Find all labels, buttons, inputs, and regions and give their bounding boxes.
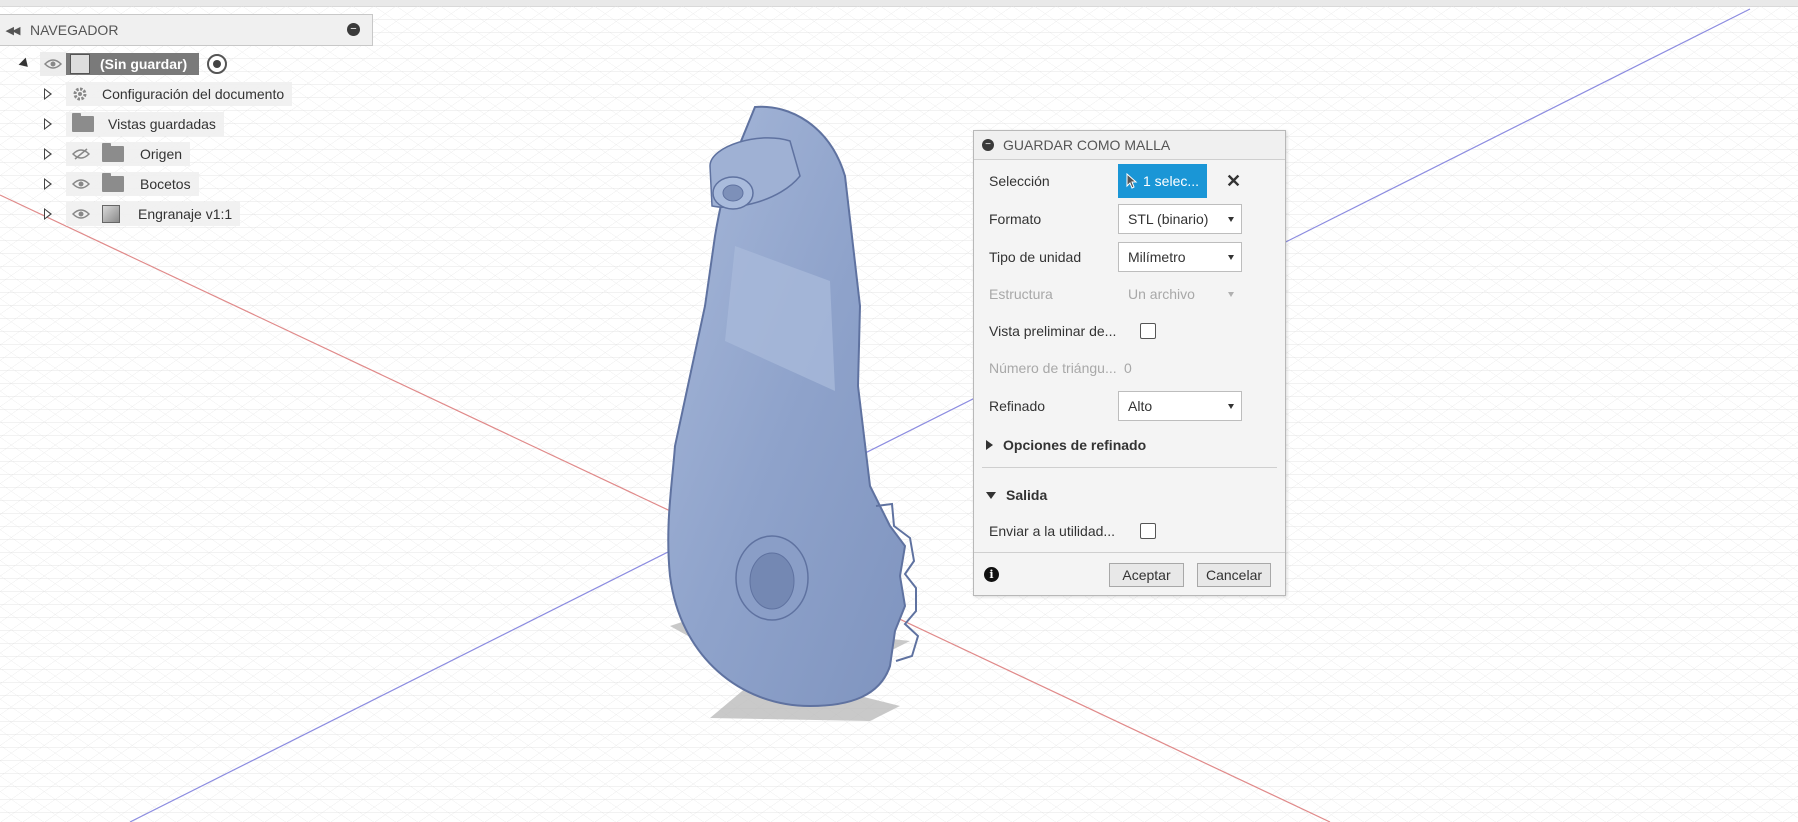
dialog-minimize-icon[interactable]: − bbox=[982, 139, 994, 151]
formato-row: Formato STL (binario) bbox=[989, 204, 1269, 234]
expand-section-icon[interactable] bbox=[986, 440, 993, 450]
salida-section[interactable]: Salida bbox=[986, 487, 1047, 503]
navigator-item-chip[interactable]: Engranaje v1:1 bbox=[66, 202, 241, 226]
model-bottom-hole-inner bbox=[749, 552, 795, 610]
eye-icon[interactable] bbox=[72, 178, 90, 190]
estructura-label: Estructura bbox=[989, 286, 1053, 302]
save-as-mesh-dialog: − GUARDAR COMO MALLA Selección 1 selec..… bbox=[973, 130, 1286, 596]
seleccion-row: Selección 1 selec... ✕ bbox=[989, 164, 1269, 198]
gear-icon bbox=[73, 87, 87, 101]
estructura-select: Un archivo bbox=[1118, 279, 1242, 309]
navigator-item-label: Engranaje v1:1 bbox=[138, 206, 233, 222]
clear-selection-icon[interactable]: ✕ bbox=[1226, 171, 1241, 192]
opciones-refinado-section[interactable]: Opciones de refinado bbox=[986, 437, 1146, 453]
navigator-item-label: Bocetos bbox=[140, 176, 191, 192]
navigator-item-chip[interactable]: Configuración del documento bbox=[66, 82, 293, 106]
tipo-unidad-select[interactable]: Milímetro bbox=[1118, 242, 1242, 272]
collapse-panel-icon[interactable]: ◀◀ bbox=[0, 24, 24, 37]
estructura-row: Estructura Un archivo bbox=[989, 279, 1269, 309]
navigator-panel: ◀◀ NAVEGADOR − bbox=[0, 14, 373, 46]
vista-preliminar-row: Vista preliminar de... bbox=[989, 316, 1269, 346]
navigator-header: ◀◀ NAVEGADOR − bbox=[0, 14, 373, 46]
root-document-label: (Sin guardar) bbox=[100, 56, 188, 72]
dialog-title: GUARDAR COMO MALLA bbox=[1003, 137, 1171, 153]
navigator-item-label: Origen bbox=[140, 146, 183, 162]
body-icon bbox=[102, 205, 120, 223]
navigator-item-engranaje[interactable]: Engranaje v1:1 bbox=[44, 200, 241, 228]
formato-value: STL (binario) bbox=[1128, 211, 1209, 227]
navigator-item-bocetos[interactable]: Bocetos bbox=[44, 170, 199, 198]
selection-button[interactable]: 1 selec... bbox=[1118, 164, 1207, 198]
root-visibility[interactable] bbox=[40, 52, 66, 76]
cursor-icon bbox=[1126, 173, 1138, 189]
section-divider bbox=[982, 467, 1277, 468]
vista-preliminar-checkbox[interactable] bbox=[1140, 323, 1156, 339]
navigator-item-label: Vistas guardadas bbox=[108, 116, 216, 132]
activate-radio-icon[interactable] bbox=[207, 54, 228, 74]
minimize-icon[interactable]: − bbox=[347, 23, 360, 36]
dropdown-arrow-icon bbox=[1228, 255, 1234, 260]
navigator-root-row[interactable]: (Sin guardar) bbox=[18, 50, 228, 78]
refinado-label: Refinado bbox=[989, 398, 1046, 414]
folder-icon bbox=[102, 143, 124, 162]
salida-label: Salida bbox=[1006, 487, 1048, 503]
tipo-unidad-label: Tipo de unidad bbox=[989, 249, 1082, 265]
collapse-section-icon[interactable] bbox=[986, 491, 996, 499]
refinado-select[interactable]: Alto bbox=[1118, 391, 1242, 421]
estructura-value: Un archivo bbox=[1128, 286, 1195, 302]
grid-fine-b bbox=[0, 6, 1798, 822]
eye-icon[interactable] bbox=[44, 58, 62, 70]
navigator-item-chip[interactable]: Vistas guardadas bbox=[66, 112, 224, 136]
vista-preliminar-label: Vista preliminar de... bbox=[989, 323, 1117, 339]
seleccion-label: Selección bbox=[989, 173, 1050, 189]
cancelar-button[interactable]: Cancelar bbox=[1197, 563, 1271, 587]
dialog-header[interactable]: − GUARDAR COMO MALLA bbox=[974, 131, 1285, 160]
expand-caret-icon[interactable] bbox=[44, 178, 52, 190]
root-document-chip[interactable]: (Sin guardar) bbox=[66, 53, 200, 75]
enviar-checkbox[interactable] bbox=[1140, 523, 1156, 539]
model-top-hole-inner bbox=[722, 184, 744, 202]
info-icon[interactable]: i bbox=[984, 567, 999, 582]
expand-root-icon[interactable] bbox=[18, 57, 32, 71]
enviar-row: Enviar a la utilidad... bbox=[989, 516, 1269, 546]
num-triangulos-value: 0 bbox=[1124, 360, 1132, 376]
navigator-title: NAVEGADOR bbox=[30, 22, 119, 38]
document-icon bbox=[70, 54, 90, 74]
navigator-item-chip[interactable]: Origen bbox=[66, 142, 191, 166]
selection-value: 1 selec... bbox=[1143, 173, 1200, 189]
expand-caret-icon[interactable] bbox=[44, 88, 52, 100]
aceptar-button[interactable]: Aceptar bbox=[1109, 563, 1184, 587]
refinado-value: Alto bbox=[1128, 398, 1153, 414]
navigator-item-vistas[interactable]: Vistas guardadas bbox=[44, 110, 224, 138]
navigator-item-label: Configuración del documento bbox=[102, 86, 285, 102]
formato-label: Formato bbox=[989, 211, 1042, 227]
navigator-item-chip[interactable]: Bocetos bbox=[66, 172, 199, 196]
num-triangulos-row: Número de triángu... 0 bbox=[989, 353, 1269, 383]
dialog-footer: i Aceptar Cancelar bbox=[974, 552, 1285, 595]
num-triangulos-label: Número de triángu... bbox=[989, 360, 1117, 376]
dropdown-arrow-icon bbox=[1228, 217, 1234, 222]
3d-viewport[interactable] bbox=[0, 6, 1798, 822]
expand-caret-icon[interactable] bbox=[44, 208, 52, 220]
dropdown-arrow-icon bbox=[1228, 292, 1234, 297]
refinado-row: Refinado Alto bbox=[989, 391, 1269, 421]
tipo-unidad-row: Tipo de unidad Milímetro bbox=[989, 242, 1269, 272]
opciones-refinado-label: Opciones de refinado bbox=[1003, 437, 1147, 453]
enviar-label: Enviar a la utilidad... bbox=[989, 523, 1116, 539]
formato-select[interactable]: STL (binario) bbox=[1118, 204, 1242, 234]
dropdown-arrow-icon bbox=[1228, 404, 1234, 409]
navigator-item-config[interactable]: Configuración del documento bbox=[44, 80, 293, 108]
navigator-item-origen[interactable]: Origen bbox=[44, 140, 191, 168]
expand-caret-icon[interactable] bbox=[44, 118, 52, 130]
tipo-unidad-value: Milímetro bbox=[1128, 249, 1186, 265]
folder-icon bbox=[102, 173, 124, 192]
eye-icon[interactable] bbox=[72, 208, 90, 220]
hidden-eye-icon[interactable] bbox=[72, 148, 90, 160]
folder-icon bbox=[72, 113, 94, 132]
expand-caret-icon[interactable] bbox=[44, 148, 52, 160]
